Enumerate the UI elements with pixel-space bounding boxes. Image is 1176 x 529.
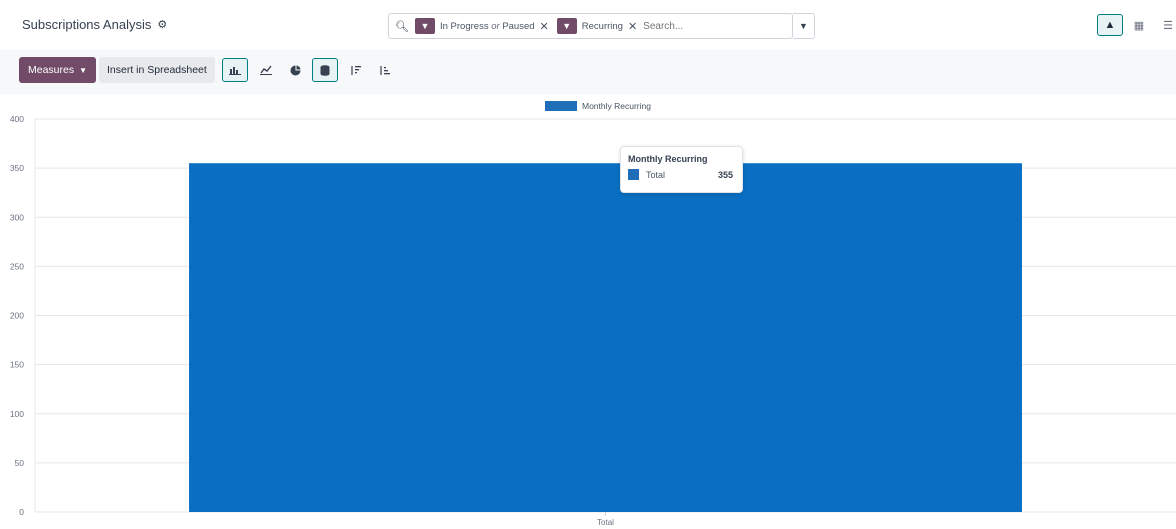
chart-legend[interactable]: Monthly Recurring [545, 101, 651, 111]
control-panel-header: Subscriptions Analysis ⚙ 🔍︎ ▼ In Progres… [0, 0, 1176, 50]
caret-down-icon: ▼ [79, 65, 88, 75]
y-tick-label: 400 [10, 114, 24, 124]
page-title: Subscriptions Analysis [22, 17, 152, 32]
sort-ascending-icon[interactable] [371, 58, 397, 82]
tooltip-title: Monthly Recurring [628, 154, 708, 164]
insert-spreadsheet-button[interactable]: Insert in Spreadsheet [99, 57, 215, 83]
area-chart-icon[interactable]: ▲ [1097, 14, 1123, 36]
y-tick-label: 250 [10, 261, 24, 271]
y-tick-label: 150 [10, 360, 24, 370]
facet-value: In Progress [440, 20, 489, 32]
y-tick-label: 350 [10, 163, 24, 173]
filter-icon: ▼ [556, 18, 577, 34]
graph-toolbar: Measures ▼ Insert in Spreadsheet [0, 50, 1176, 94]
facet-value: Paused [502, 20, 535, 32]
pie-chart-icon[interactable] [282, 58, 308, 82]
search-facet-status: ▼ In Progress or Paused ✕ [415, 17, 553, 35]
tooltip-value: 355 [717, 169, 733, 180]
y-tick-label: 50 [15, 458, 25, 468]
remove-facet-icon[interactable]: ✕ [540, 20, 549, 33]
measures-label: Measures [28, 64, 75, 76]
caret-down-icon[interactable]: ▼ [793, 13, 815, 39]
legend-label: Monthly Recurring [582, 101, 651, 111]
stacked-icon[interactable] [312, 58, 338, 82]
y-tick-label: 200 [10, 311, 24, 321]
list-icon[interactable]: ☰ [1155, 14, 1176, 36]
bar-chart: 0 50 100 150 200 250 300 350 400 Total [10, 114, 1176, 527]
pivot-grid-icon[interactable]: ▦ [1126, 14, 1152, 36]
bar [189, 163, 1022, 512]
search-input[interactable] [643, 20, 754, 32]
line-chart-icon[interactable] [253, 58, 279, 82]
search-icon[interactable]: 🔍︎ [395, 20, 411, 33]
tooltip-label: Total [646, 169, 666, 180]
sort-descending-icon[interactable] [342, 58, 368, 82]
filter-icon: ▼ [415, 18, 435, 34]
remove-facet-icon[interactable]: ✕ [628, 20, 637, 33]
tooltip-swatch [628, 169, 639, 180]
search-bar[interactable]: 🔍︎ ▼ In Progress or Paused ✕ ▼ Recurring… [388, 13, 793, 39]
x-tick-label: Total [597, 518, 614, 527]
tooltip-row: Total 355 [628, 169, 735, 180]
y-tick-label: 300 [10, 212, 24, 222]
legend-swatch [545, 101, 577, 111]
measures-button[interactable]: Measures ▼ [19, 57, 97, 83]
y-tick-label: 100 [10, 409, 24, 419]
facet-value: Recurring [581, 20, 623, 32]
gear-icon[interactable]: ⚙ [157, 18, 167, 31]
view-switcher: ▲ ▦ ☰ [1097, 14, 1176, 36]
bar-chart-icon[interactable] [222, 58, 248, 82]
chart-tooltip: Monthly Recurring Total 355 [620, 146, 743, 193]
search-facet-recurring: ▼ Recurring ✕ [556, 17, 641, 35]
y-tick-label: 0 [19, 507, 24, 517]
breadcrumb: Subscriptions Analysis ⚙ [22, 17, 167, 32]
facet-joiner: or [491, 20, 500, 32]
